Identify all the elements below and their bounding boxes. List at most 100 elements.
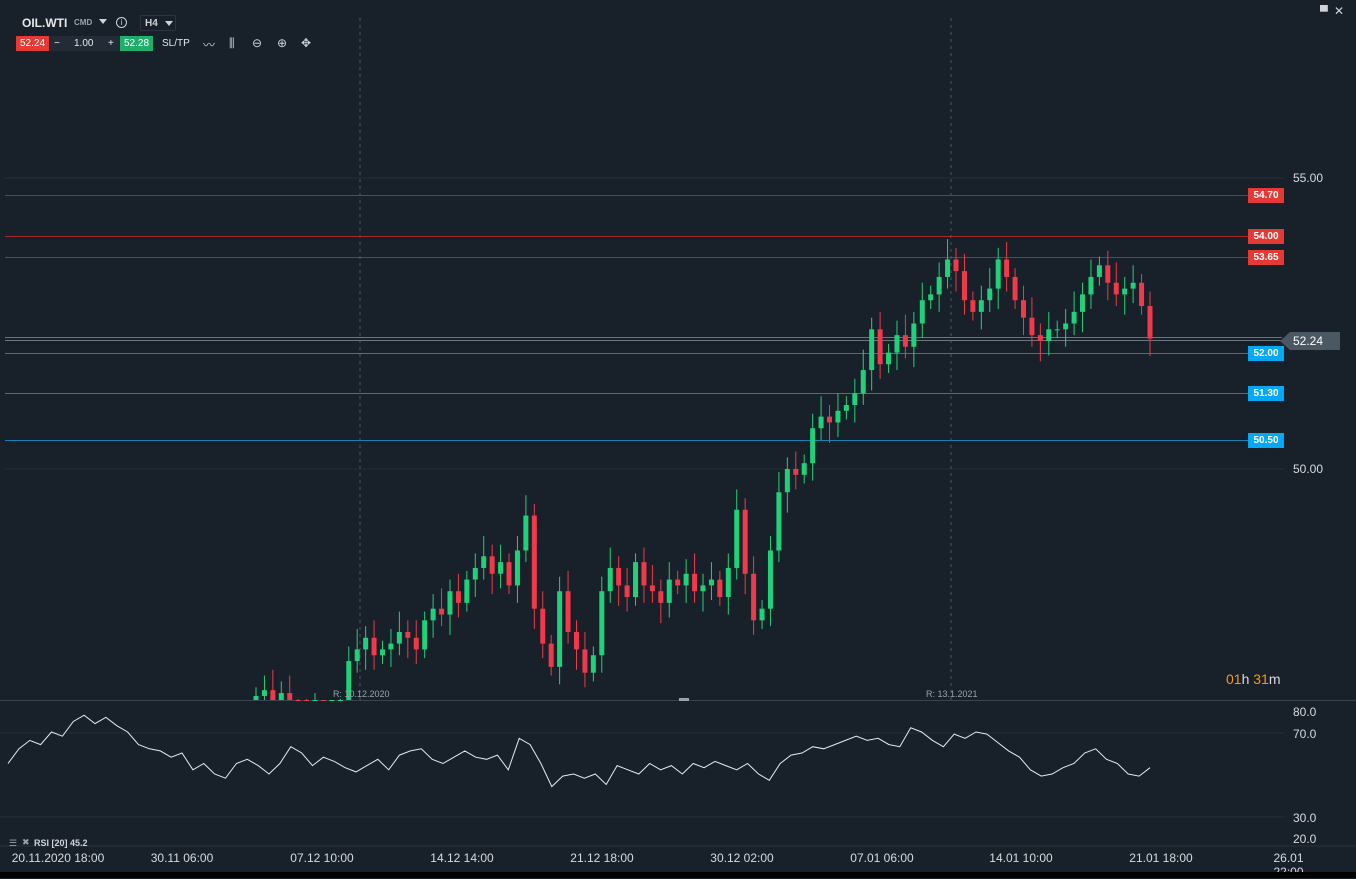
- rsi-label: RSI [20] 45.2: [34, 838, 88, 848]
- candle-body: [877, 329, 883, 365]
- candle: [1130, 265, 1136, 304]
- rsi-settings-icon[interactable]: ☰: [9, 838, 17, 849]
- candle: [1113, 262, 1119, 307]
- pane-resize-handle[interactable]: [679, 698, 689, 701]
- candle-body: [523, 515, 529, 551]
- rsi-remove-icon[interactable]: ✖: [22, 837, 30, 848]
- candle-body: [911, 323, 917, 347]
- candle-body: [253, 695, 259, 700]
- time-tick: 14.01 10:00: [989, 851, 1053, 865]
- candle-body: [751, 573, 757, 621]
- candle-body: [540, 608, 546, 644]
- candle-body: [767, 550, 773, 609]
- candle-body: [1020, 300, 1026, 318]
- candle: [692, 553, 698, 603]
- candle: [1096, 256, 1102, 286]
- candle-body: [810, 428, 816, 464]
- candle: [1012, 268, 1018, 309]
- order-level-label[interactable]: 50.50: [1248, 433, 1284, 448]
- marker-label: R: 10.12.2020: [333, 689, 390, 699]
- candle: [565, 570, 571, 644]
- candle: [582, 631, 588, 688]
- candle-body: [624, 585, 630, 598]
- candle-body: [455, 591, 461, 603]
- candle: [860, 349, 866, 405]
- candle: [430, 594, 436, 638]
- candle: [278, 681, 284, 700]
- order-level-label[interactable]: 51.30: [1248, 386, 1284, 401]
- candle: [312, 693, 318, 701]
- candle: [869, 317, 875, 391]
- candle-body: [1122, 288, 1128, 295]
- candle-body: [531, 515, 537, 609]
- candle-body: [1071, 311, 1077, 324]
- candle: [557, 576, 563, 685]
- candle: [641, 547, 647, 603]
- candle-body: [869, 329, 875, 371]
- candle-body: [1088, 276, 1094, 295]
- candle-body: [413, 637, 419, 650]
- candle-body: [818, 416, 824, 429]
- candle-body: [1096, 265, 1102, 277]
- candle-countdown: 01h 31m: [1226, 671, 1281, 687]
- candle-body: [565, 591, 571, 632]
- minutes: 31: [1253, 671, 1269, 687]
- candle: [767, 535, 773, 627]
- candle: [852, 378, 858, 423]
- candle: [843, 396, 849, 420]
- candle: [531, 503, 537, 630]
- candle: [304, 698, 310, 701]
- candle: [1122, 276, 1128, 315]
- candle: [818, 396, 824, 440]
- candle-body: [700, 585, 706, 592]
- candle-body: [852, 393, 858, 405]
- candle: [1147, 291, 1153, 357]
- candle-body: [759, 608, 765, 621]
- order-level-label[interactable]: 53.65: [1248, 250, 1284, 265]
- candle-body: [312, 700, 318, 701]
- candle: [354, 629, 360, 673]
- rsi-tick: 70.0: [1293, 727, 1317, 741]
- candle: [827, 404, 833, 443]
- candle-body: [801, 463, 807, 475]
- candle: [725, 553, 731, 615]
- candle-body: [742, 509, 748, 574]
- order-level-label[interactable]: 54.00: [1248, 229, 1284, 244]
- candle: [658, 579, 664, 624]
- candle: [683, 559, 689, 603]
- chart-canvas[interactable]: [0, 0, 1356, 878]
- candle: [953, 247, 959, 292]
- candle-body: [776, 492, 782, 551]
- candle-body: [1113, 282, 1119, 295]
- candle: [253, 687, 259, 700]
- candle: [498, 544, 504, 589]
- candle: [481, 535, 487, 580]
- candle: [734, 489, 740, 580]
- candle: [835, 393, 841, 437]
- time-tick: 20.11.2020 18:00: [11, 851, 105, 865]
- candle-body: [835, 410, 841, 423]
- candle: [616, 556, 622, 606]
- candle-body: [1004, 259, 1010, 277]
- order-level-label[interactable]: 52.00: [1248, 346, 1284, 361]
- order-level-label[interactable]: 54.70: [1248, 188, 1284, 203]
- candle-body: [725, 567, 731, 598]
- candle: [987, 268, 993, 312]
- candle: [776, 471, 782, 563]
- candle-body: [683, 573, 689, 586]
- rsi-line: [7, 714, 1151, 788]
- candle: [810, 413, 816, 481]
- candle-body: [320, 700, 326, 701]
- candle-body: [557, 591, 563, 667]
- time-tick: 07.01 06:00: [850, 851, 914, 865]
- candle: [413, 620, 419, 664]
- rsi-tick: 30.0: [1293, 811, 1317, 825]
- candle-body: [1063, 323, 1069, 330]
- time-tick: 14.12 14:00: [430, 851, 494, 865]
- candle: [270, 669, 276, 700]
- candle: [506, 553, 512, 595]
- candle: [380, 640, 386, 664]
- minutes-unit: m: [1268, 671, 1281, 687]
- candle-body: [582, 649, 588, 673]
- candle: [633, 553, 639, 606]
